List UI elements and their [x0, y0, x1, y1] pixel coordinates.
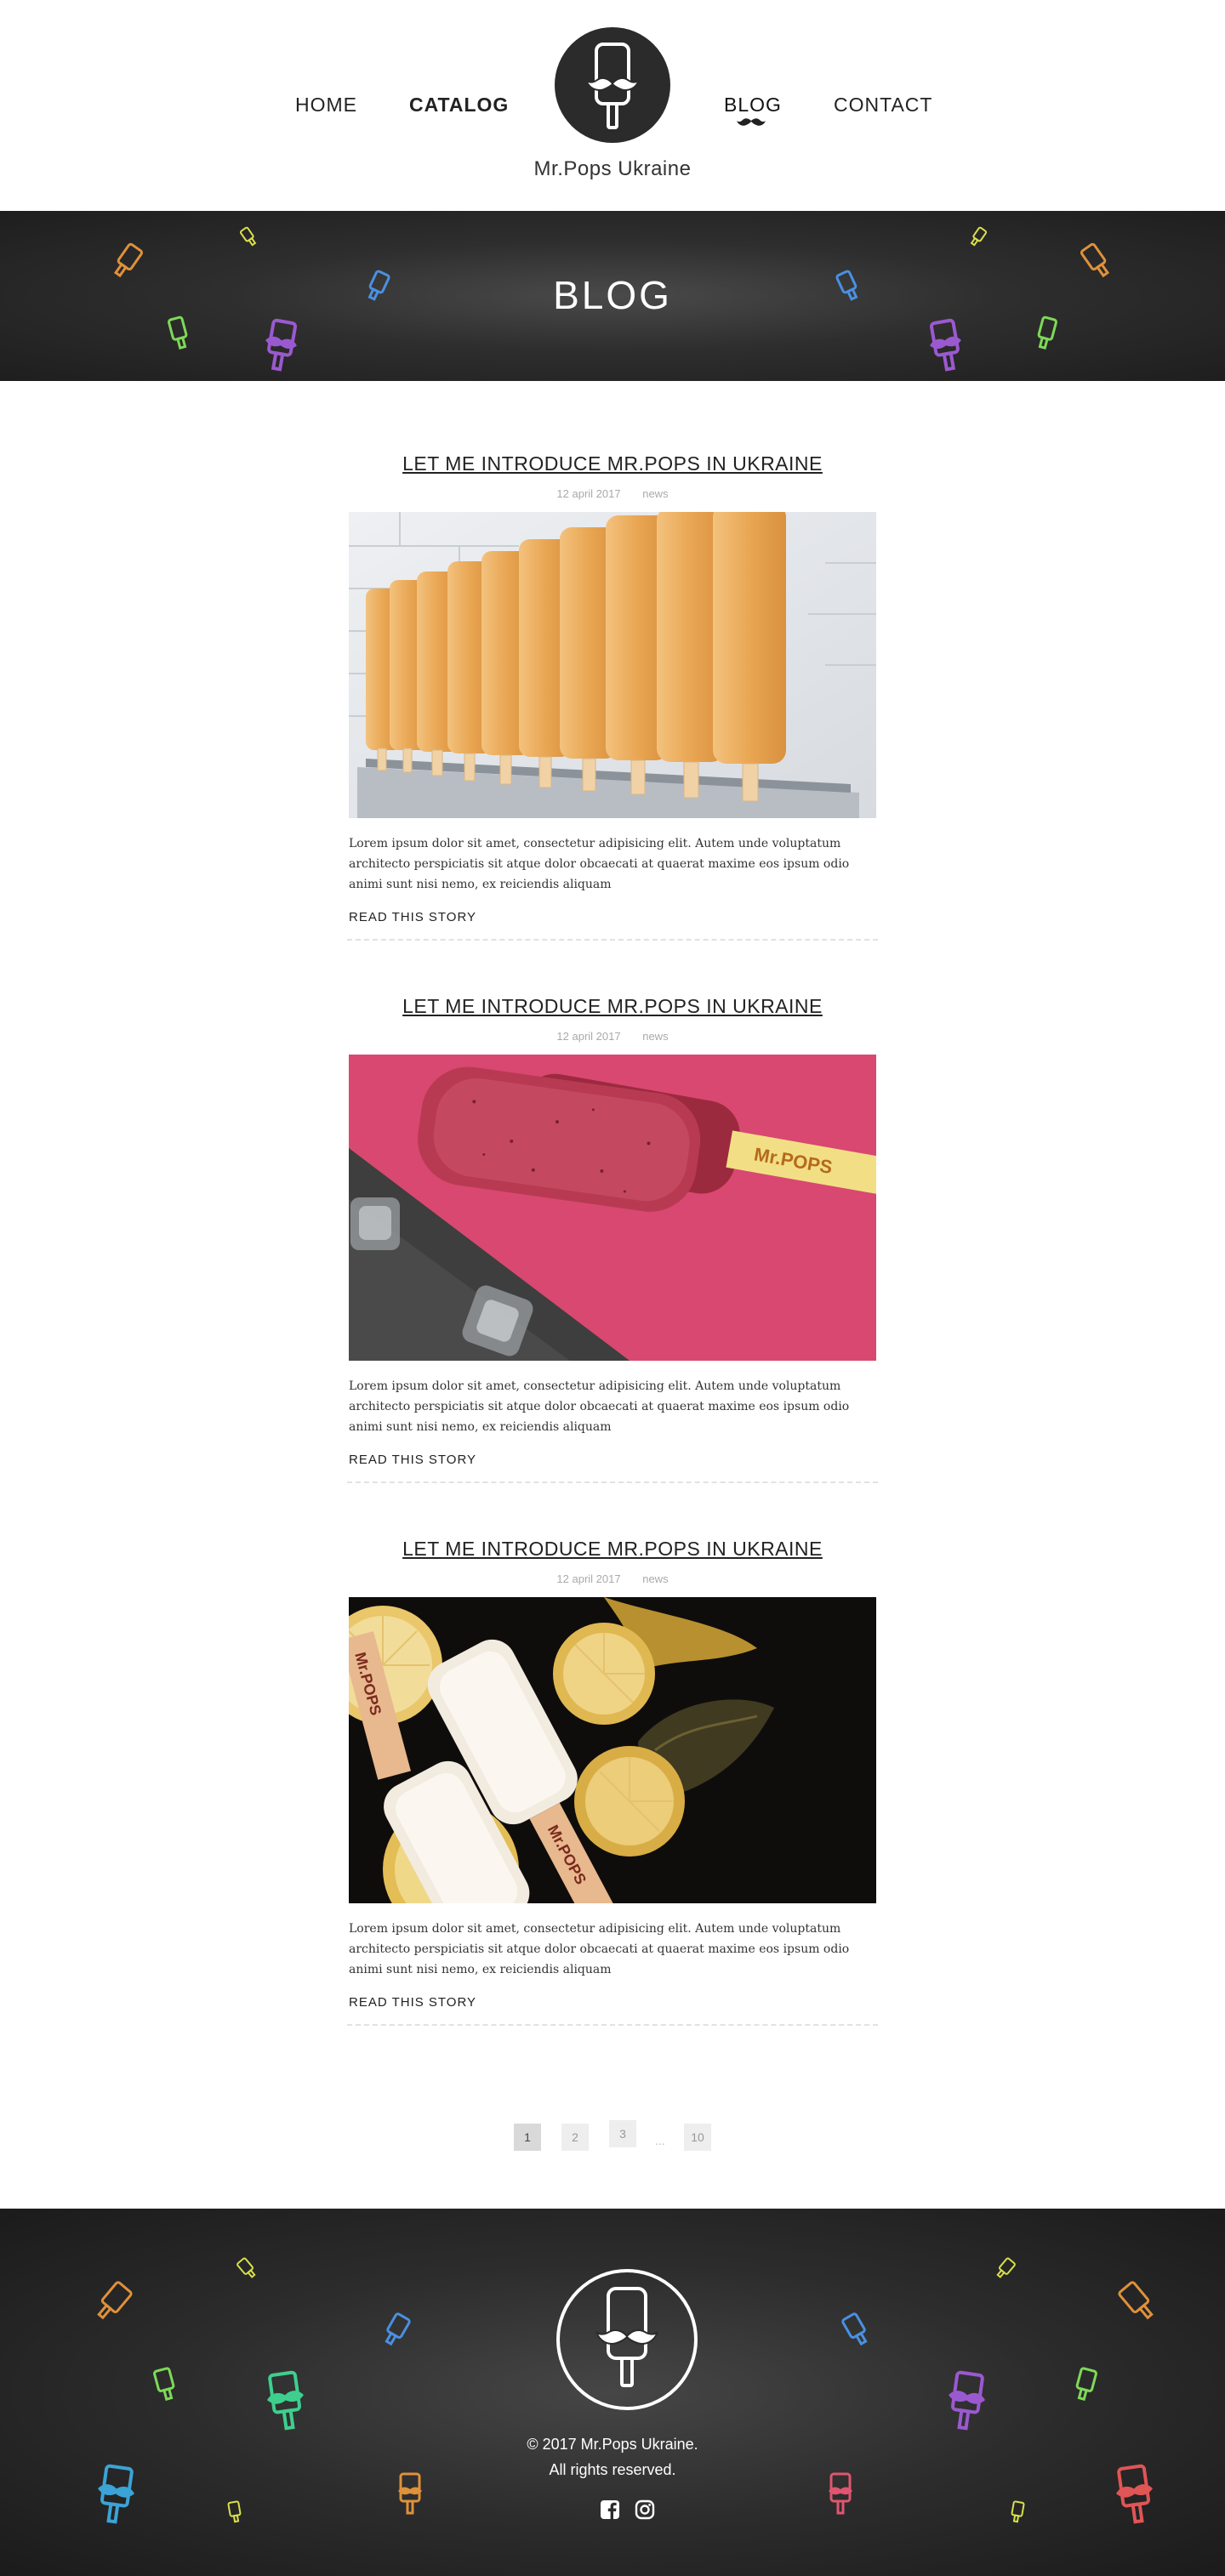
page-last-button[interactable]: 10	[684, 2124, 711, 2151]
popsicle-icon	[1118, 2281, 1154, 2320]
post-image[interactable]: Mr.POPS	[349, 1055, 876, 1361]
read-story-link[interactable]: READ THIS STORY	[349, 910, 476, 924]
post-excerpt: Lorem ipsum dolor sit amet, consectetur …	[349, 1379, 850, 1434]
nav-home[interactable]: HOME	[295, 94, 357, 117]
mustache-icon	[737, 118, 766, 126]
post-title[interactable]: LET ME INTRODUCE MR.POPS IN UKRAINE	[349, 452, 876, 475]
site-footer: © 2017 Mr.Pops Ukraine. All rights reser…	[0, 2209, 1225, 2576]
post-category[interactable]: news	[642, 487, 668, 500]
nav-contact[interactable]: CONTACT	[834, 94, 932, 117]
post-title[interactable]: LET ME INTRODUCE MR.POPS IN UKRAINE	[349, 1538, 876, 1561]
copyright-line: © 2017 Mr.Pops Ukraine.	[527, 2436, 698, 2453]
popsicle-icon	[970, 226, 988, 247]
rights-line: All rights reserved.	[549, 2461, 676, 2478]
post-meta: 12 april 2017 news	[349, 1572, 876, 1585]
post-image[interactable]: Mr.POPS Mr.POPS	[349, 1597, 876, 1903]
facebook-icon[interactable]	[600, 2499, 620, 2520]
post-date: 12 april 2017	[556, 1030, 621, 1043]
nav-catalog[interactable]: CATALOG	[409, 94, 509, 117]
footer-logo-icon[interactable]	[556, 2268, 698, 2411]
post-excerpt: Lorem ipsum dolor sit amet, consectetur …	[349, 837, 850, 891]
instagram-icon[interactable]	[635, 2499, 655, 2520]
post-date: 12 april 2017	[556, 487, 621, 500]
page-3-button[interactable]: 3	[609, 2120, 636, 2147]
popsicle-icon	[1037, 316, 1057, 350]
post-meta: 12 april 2017 news	[349, 487, 876, 500]
site-header: HOME CATALOG BLOG CONTACT Mr.Pops Ukrain…	[0, 0, 1225, 211]
popsicle-icon	[929, 318, 961, 372]
brand-name: Mr.Pops Ukraine	[533, 157, 692, 180]
pagination: 1 2 3... 10	[0, 2120, 1225, 2158]
divider	[347, 1481, 878, 1483]
post-excerpt: Lorem ipsum dolor sit amet, consectetur …	[349, 1922, 850, 1976]
page-2-button[interactable]: 2	[561, 2124, 589, 2151]
read-story-link[interactable]: READ THIS STORY	[349, 1995, 476, 2010]
blog-post: LET ME INTRODUCE MR.POPS IN UKRAINE 12 a…	[347, 452, 878, 941]
popsicle-icon	[227, 2500, 242, 2523]
popsicle-icon	[949, 2370, 986, 2431]
blog-post: LET ME INTRODUCE MR.POPS IN UKRAINE 12 a…	[347, 1538, 878, 2026]
popsicle-row-photo	[349, 512, 876, 818]
post-date: 12 april 2017	[556, 1572, 621, 1585]
popsicle-icon	[385, 2312, 411, 2346]
page-title: BLOG	[553, 273, 672, 317]
popsicle-logo-icon	[585, 43, 640, 129]
popsicle-icon	[266, 2370, 304, 2431]
page-banner: BLOG	[0, 211, 1225, 381]
popsicle-icon	[1075, 2367, 1097, 2402]
page-1-button[interactable]: 1	[514, 2124, 541, 2151]
divider	[347, 2024, 878, 2026]
post-category[interactable]: news	[642, 1572, 668, 1585]
divider	[347, 939, 878, 941]
popsicle-icon	[153, 2367, 175, 2402]
read-story-link[interactable]: READ THIS STORY	[349, 1453, 476, 1467]
lemon-popsicle-photo: Mr.POPS Mr.POPS	[349, 1597, 876, 1903]
post-title[interactable]: LET ME INTRODUCE MR.POPS IN UKRAINE	[349, 995, 876, 1018]
popsicle-icon	[841, 2312, 868, 2346]
popsicle-icon	[996, 2257, 1016, 2278]
popsicle-icon	[236, 2257, 256, 2278]
post-meta: 12 april 2017 news	[349, 1030, 876, 1043]
post-image[interactable]	[349, 512, 876, 818]
logo[interactable]	[555, 27, 670, 143]
nav-blog[interactable]: BLOG	[724, 94, 782, 117]
popsicle-icon	[168, 316, 188, 350]
red-popsicle-photo: Mr.POPS	[349, 1055, 876, 1361]
post-category[interactable]: news	[642, 1030, 668, 1043]
popsicle-icon	[97, 2281, 133, 2320]
blog-post: LET ME INTRODUCE MR.POPS IN UKRAINE 12 a…	[347, 995, 878, 1483]
popsicle-icon	[265, 318, 298, 372]
copyright: © 2017 Mr.Pops Ukraine. All rights reser…	[0, 2431, 1225, 2482]
popsicle-icon	[239, 226, 257, 247]
pagination-ellipsis: ...	[655, 2134, 665, 2147]
popsicle-icon	[1011, 2500, 1025, 2523]
